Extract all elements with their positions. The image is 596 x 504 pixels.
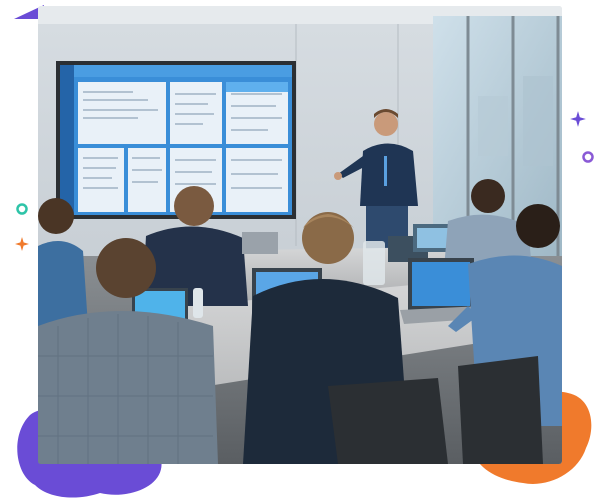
- teal-ring-icon: [16, 203, 28, 215]
- classroom-photo: [38, 6, 562, 464]
- hero-image-composite: [0, 0, 596, 504]
- purple-plus-icon: [570, 111, 586, 127]
- orange-plus-icon: [15, 237, 29, 251]
- purple-ring-icon: [582, 151, 594, 163]
